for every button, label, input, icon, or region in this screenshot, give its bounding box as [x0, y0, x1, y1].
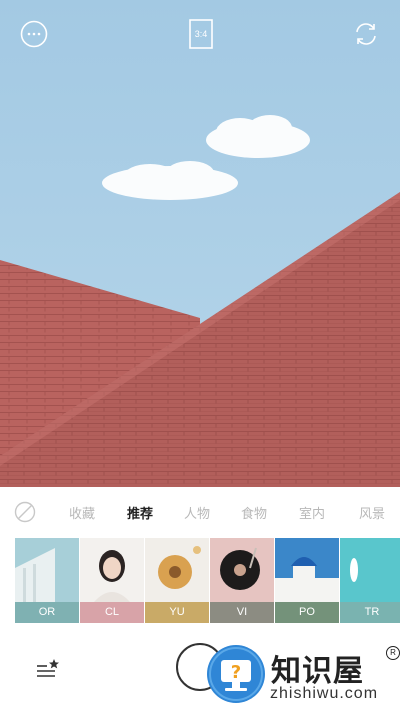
- filter-label: PO: [275, 602, 339, 623]
- filter-label: VI: [210, 602, 274, 623]
- category-people[interactable]: 人物: [172, 503, 222, 523]
- no-filter-button[interactable]: [14, 501, 36, 523]
- filter-or[interactable]: OR: [15, 538, 79, 623]
- aspect-ratio-label: 3:4: [194, 29, 208, 39]
- filter-strip: OR CL YU VI PO TR: [15, 538, 400, 623]
- more-button[interactable]: [20, 20, 48, 48]
- category-recommended[interactable]: 推荐: [115, 503, 165, 523]
- filter-thumbnail: [15, 538, 79, 602]
- category-indoor[interactable]: 室内: [287, 503, 337, 523]
- category-scenery[interactable]: 风景: [347, 503, 397, 523]
- filter-tr[interactable]: TR: [340, 538, 400, 623]
- filter-thumbnail: [210, 538, 274, 602]
- filter-yu[interactable]: YU: [145, 538, 209, 623]
- camera-flip-button[interactable]: [352, 20, 380, 48]
- filter-thumbnail: [80, 538, 144, 602]
- watermark-title: 知识屋: [271, 654, 364, 689]
- filter-label: CL: [80, 602, 144, 623]
- filter-vi[interactable]: VI: [210, 538, 274, 623]
- camera-flip-icon: [356, 23, 376, 45]
- filter-thumbnail: [275, 538, 339, 602]
- filter-label: YU: [145, 602, 209, 623]
- filter-thumbnail: [340, 538, 400, 602]
- filter-label: TR: [340, 602, 400, 623]
- filter-thumbnail: [145, 538, 209, 602]
- filter-label: OR: [15, 602, 79, 623]
- aspect-ratio-button[interactable]: 3:4: [189, 19, 213, 49]
- filter-cl[interactable]: CL: [80, 538, 144, 623]
- scene-image: [0, 0, 400, 487]
- watermark-url: zhishiwu.com: [270, 685, 379, 702]
- category-food[interactable]: 食物: [229, 503, 279, 523]
- svg-text:?: ?: [231, 662, 241, 683]
- more-dots-icon: [20, 20, 48, 48]
- filter-menu-button[interactable]: [35, 658, 61, 680]
- watermark-registered-mark: R: [386, 646, 400, 660]
- category-favorites[interactable]: 收藏: [57, 503, 107, 523]
- filter-menu-star-icon: [37, 659, 59, 677]
- filter-po[interactable]: PO: [275, 538, 339, 623]
- watermark-logo: ?: [207, 645, 265, 703]
- camera-viewfinder[interactable]: [0, 0, 400, 487]
- filter-category-bar: 收藏 推荐 人物 食物 室内 风景: [0, 487, 400, 537]
- no-filter-icon: [14, 501, 36, 523]
